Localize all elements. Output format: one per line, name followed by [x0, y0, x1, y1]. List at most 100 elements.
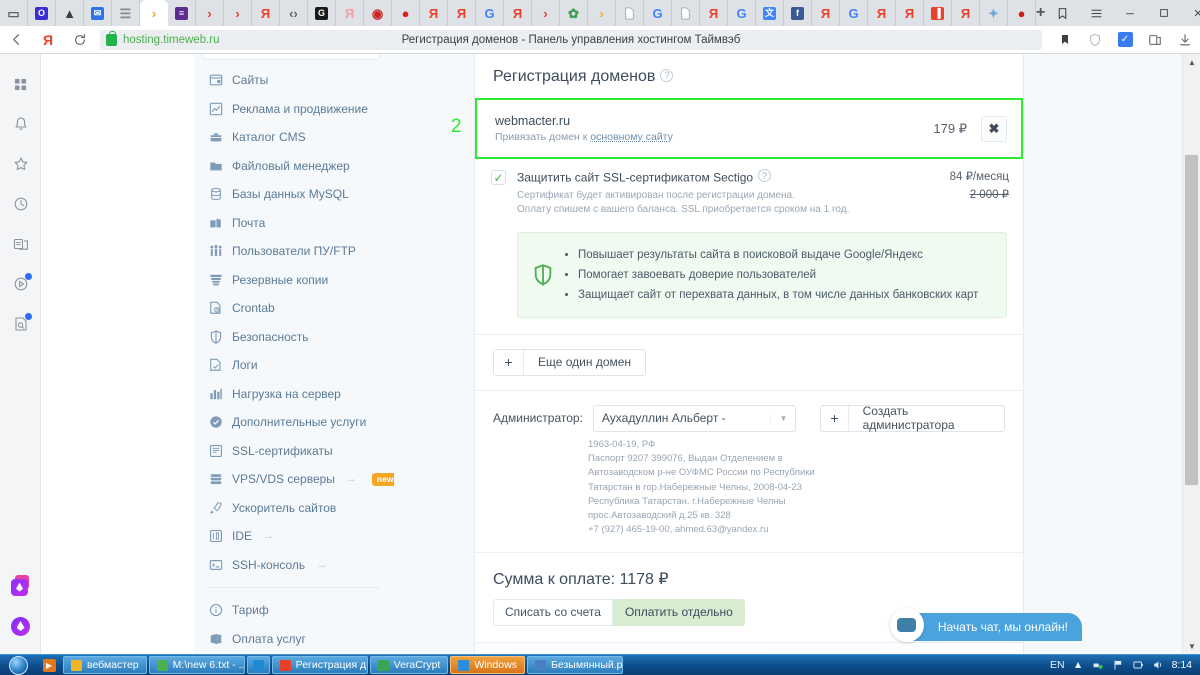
yandex-tab-2[interactable]: Я [420, 0, 448, 26]
scrollbar-thumb[interactable] [1185, 155, 1198, 485]
remove-domain-button[interactable]: ✖ [981, 116, 1007, 142]
yandex-active-tab[interactable]: › [140, 0, 168, 26]
quick-launch-media-player-icon[interactable]: ▶ [36, 655, 62, 675]
administrator-select[interactable]: Аухадуллин Альберт - ▼ [593, 405, 796, 432]
payment-tab-1[interactable]: Оплатить отдельно [613, 599, 745, 626]
add-domain-button[interactable]: + Еще один домен [493, 349, 646, 376]
chevron-tab-1[interactable]: › [196, 0, 224, 26]
sidebar-item-5[interactable]: Почта [194, 209, 394, 238]
close-button[interactable] [1181, 0, 1200, 26]
sidebar-item-3[interactable]: Файловый менеджер [194, 152, 394, 181]
star-tab[interactable]: ✦ [980, 0, 1008, 26]
sidebar-item-6[interactable]: Пользователи ПУ/FTP [194, 237, 394, 266]
browser-menu-icon[interactable] [1079, 0, 1113, 26]
sidebar-item-1[interactable]: Реклама и продвижение [194, 95, 394, 124]
google-tab-2[interactable]: G [644, 0, 672, 26]
facebook-tab[interactable]: f [784, 0, 812, 26]
download-icon[interactable] [1170, 26, 1200, 54]
yandex-tab-8[interactable]: Я [896, 0, 924, 26]
yandex-tab-4[interactable]: Я [504, 0, 532, 26]
yandex-tab-3[interactable]: Я [448, 0, 476, 26]
metrika-tab[interactable]: ▐ [924, 0, 952, 26]
sidebar-item-0[interactable]: Сайты [194, 66, 394, 95]
taskbar-item-6[interactable]: Безымянный.р... [527, 656, 623, 674]
taskbar-item-3[interactable]: Регистрация д... [272, 656, 368, 674]
show-hidden-icon[interactable]: ▲ [1072, 659, 1085, 672]
avito-tab-2[interactable]: ● [1008, 0, 1036, 26]
google-g-tab[interactable]: G [308, 0, 336, 26]
reload-button[interactable] [64, 26, 96, 54]
colorful-tab[interactable]: ✿ [560, 0, 588, 26]
taskbar-item-2[interactable] [247, 656, 270, 674]
alice-card-icon[interactable] [0, 566, 41, 606]
taskbar-item-4[interactable]: VeraCrypt [370, 656, 449, 674]
history-icon[interactable] [0, 184, 41, 224]
shield-icon[interactable] [1080, 26, 1110, 54]
sidebar-item-11[interactable]: Нагрузка на сервер [194, 380, 394, 409]
create-administrator-button[interactable]: + Создать администратора [820, 405, 1005, 432]
sidebar-item-19[interactable]: Тариф [194, 596, 394, 625]
sidebar-item-17[interactable]: SSH-консоль → [194, 551, 394, 580]
language-indicator[interactable]: EN [1050, 659, 1065, 671]
scroll-up-arrow[interactable]: ▲ [1183, 54, 1200, 70]
sidebar-item-4[interactable]: Базы данных MySQL [194, 180, 394, 209]
avito-tab[interactable]: ● [392, 0, 420, 26]
sidebar-item-16[interactable]: IDE → [194, 522, 394, 551]
google-tab-1[interactable]: G [476, 0, 504, 26]
collections-icon[interactable] [1140, 26, 1170, 54]
doc-tab-2[interactable] [672, 0, 700, 26]
tabs-icon[interactable] [0, 224, 41, 264]
google-tab-3[interactable]: G [728, 0, 756, 26]
yandex-tab-7[interactable]: Я [868, 0, 896, 26]
sidebar-item-13[interactable]: SSL-сертификаты [194, 437, 394, 466]
sidebar-item-2[interactable]: Каталог CMS [194, 123, 394, 152]
back-button[interactable] [0, 26, 32, 54]
bookmark-icon[interactable] [1050, 26, 1080, 54]
search-page-icon[interactable] [0, 304, 41, 344]
chevron-tab-3[interactable]: › [532, 0, 560, 26]
yandex-tab-1[interactable]: Я [252, 0, 280, 26]
ssl-checkbox[interactable]: ✓ [491, 170, 506, 185]
sidebar-item-7[interactable]: Резервные копии [194, 266, 394, 295]
page-title-help-icon[interactable]: ? [660, 69, 673, 82]
volume-icon[interactable] [1152, 659, 1165, 672]
payment-tab-0[interactable]: Списать со счета [493, 599, 613, 626]
translate-tab[interactable]: 文 [756, 0, 784, 26]
printer-tab[interactable]: ☰ [112, 0, 140, 26]
scroll-down-arrow[interactable]: ▼ [1183, 638, 1200, 654]
code-tab[interactable]: ‹› [280, 0, 308, 26]
sidebar-toggle-icon[interactable] [1045, 0, 1079, 26]
chat-widget[interactable]: Начать чат, мы онлайн! [904, 613, 1082, 641]
sidebar-item-14[interactable]: VPS/VDS серверы → new [194, 465, 394, 494]
doc-tab-1[interactable] [616, 0, 644, 26]
new-tab-button[interactable]: + [1036, 0, 1045, 26]
opera-red-tab[interactable]: ◉ [364, 0, 392, 26]
battery-icon[interactable] [1132, 659, 1145, 672]
page-scrollbar[interactable]: ▲ ▼ [1182, 54, 1200, 654]
chevron-tab-2[interactable]: › [224, 0, 252, 26]
sidebar-item-20[interactable]: Оплата услуг [194, 625, 394, 654]
chevron-tab-4[interactable]: › [588, 0, 616, 26]
sidebar-item-8[interactable]: Crontab [194, 294, 394, 323]
mail-tab[interactable]: ✉ [84, 0, 112, 26]
flag-icon[interactable] [1112, 659, 1125, 672]
yandex-tab-9[interactable]: Я [952, 0, 980, 26]
opera-tab[interactable]: O [28, 0, 56, 26]
taskbar-item-1[interactable]: M:\new 6.txt - ... [149, 656, 245, 674]
main-site-link[interactable]: основному сайту [590, 131, 673, 143]
minimize-button[interactable] [1113, 0, 1147, 26]
bell-icon[interactable] [0, 104, 41, 144]
list-tab[interactable]: ≡ [168, 0, 196, 26]
video-icon[interactable] [0, 264, 41, 304]
taskbar-item-0[interactable]: вебмастер [63, 656, 147, 674]
checkbox-icon[interactable]: ✓ [1110, 26, 1140, 54]
taskbar-item-5[interactable]: Windows [450, 656, 525, 674]
dark-tab[interactable]: ▲ [56, 0, 84, 26]
start-button[interactable] [0, 655, 36, 675]
sidebar-item-12[interactable]: Дополнительные услуги [194, 408, 394, 437]
sidebar-item-9[interactable]: Безопасность [194, 323, 394, 352]
url-input[interactable]: hosting.timeweb.ru Регистрация доменов -… [100, 30, 1042, 50]
yandex-home-icon[interactable]: Я [32, 26, 64, 54]
clock[interactable]: 8:14 [1172, 659, 1192, 671]
google-tab-4[interactable]: G [840, 0, 868, 26]
